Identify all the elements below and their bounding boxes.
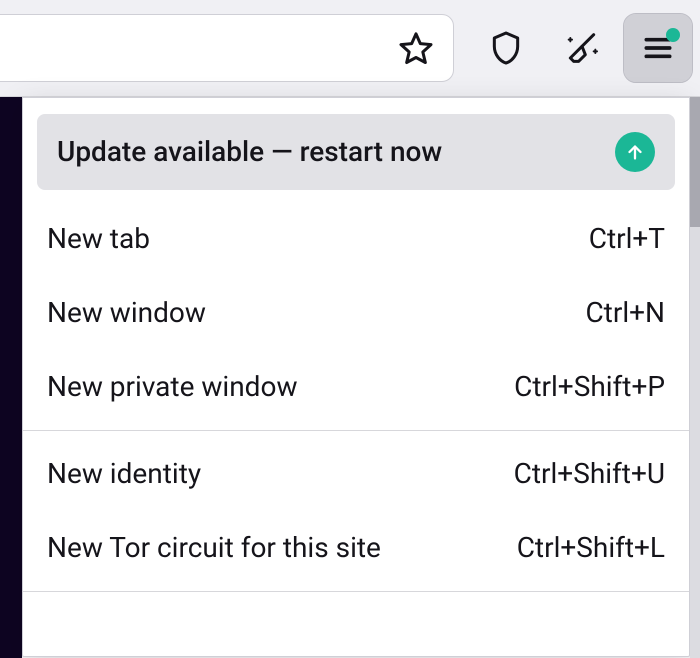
menu-item-new-tab[interactable]: New tab Ctrl+T [23,202,689,276]
scrollbar-thumb[interactable] [690,97,700,227]
menu-item-update-restart[interactable]: Update available — restart now [37,114,675,190]
menu-item-shortcut: Ctrl+T [589,225,665,253]
broom-sparkle-icon [562,28,602,68]
menu-item-label: New private window [47,373,297,401]
menu-item-label: New identity [47,460,201,488]
page-content-peek [0,97,22,658]
menu-item-label: New window [47,299,206,327]
bookmark-star-button[interactable] [391,23,441,73]
menu-item-new-window[interactable]: New window Ctrl+N [23,276,689,350]
menu-item-shortcut: Ctrl+Shift+P [514,373,665,401]
menu-item-new-identity[interactable]: New identity Ctrl+Shift+U [23,437,689,511]
update-label: Update available — restart now [57,138,595,166]
shield-button[interactable] [472,14,540,82]
app-menu-panel: Update available — restart now New tab C… [22,97,690,657]
shield-icon [486,28,526,68]
arrow-up-circle-icon [615,132,655,172]
menu-separator [23,591,689,592]
menu-item-new-private-window[interactable]: New private window Ctrl+Shift+P [23,350,689,424]
menu-item-shortcut: Ctrl+Shift+U [514,460,665,488]
app-menu-button[interactable] [624,14,692,82]
update-notification-dot [666,28,680,42]
toolbar [0,0,700,97]
star-icon [396,28,436,68]
menu-item-label: New tab [47,225,150,253]
menu-item-shortcut: Ctrl+Shift+L [517,534,665,562]
scrollbar-track[interactable] [690,97,700,658]
menu-item-shortcut: Ctrl+N [585,299,665,327]
url-bar[interactable] [0,14,454,82]
broom-button[interactable] [548,14,616,82]
menu-separator [23,430,689,431]
menu-item-label: New Tor circuit for this site [47,534,381,562]
menu-item-new-tor-circuit[interactable]: New Tor circuit for this site Ctrl+Shift… [23,511,689,585]
